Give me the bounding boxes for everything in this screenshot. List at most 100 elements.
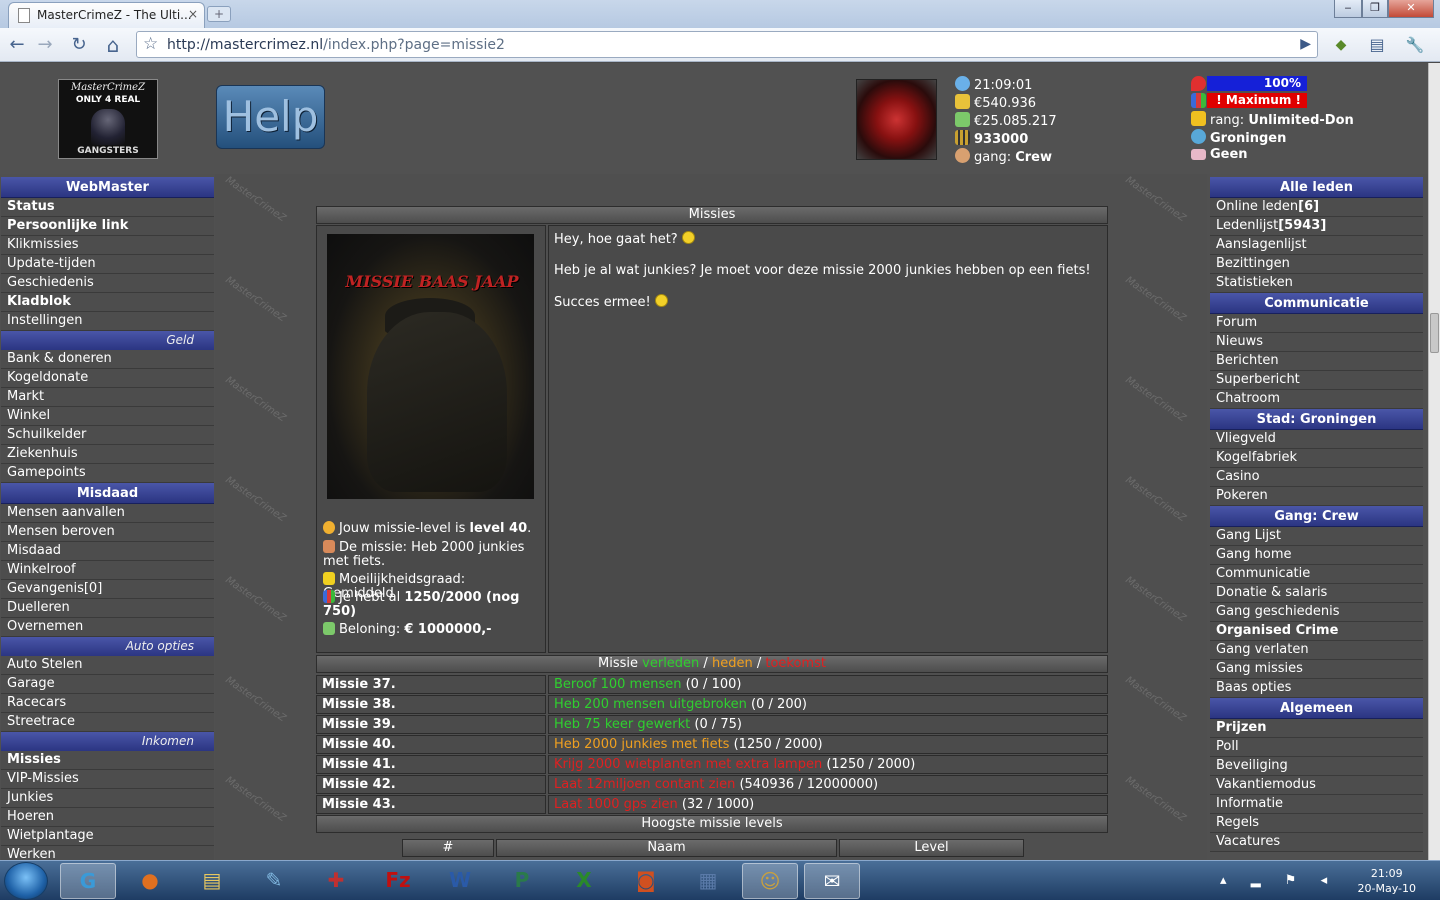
left-menu-item-geschiedenis[interactable]: Geschiedenis (1, 274, 214, 293)
right-menu-item-poll[interactable]: Poll (1210, 738, 1423, 757)
bookmark-star-icon[interactable]: ☆ (143, 34, 158, 54)
taskbar-clock[interactable]: 21:09 20-May-10 (1358, 866, 1416, 896)
left-menu-item-update-tijden[interactable]: Update-tijden (1, 255, 214, 274)
right-menu-item-bezittingen[interactable]: Bezittingen (1210, 255, 1423, 274)
taskbar-app-3-icon[interactable]: ✎ (246, 863, 302, 899)
system-tray[interactable]: ▴ ▂ ⚑ ◂ (1220, 873, 1337, 888)
left-menu-item-markt[interactable]: Markt (1, 388, 214, 407)
right-menu-item-statistieken[interactable]: Statistieken (1210, 274, 1423, 293)
stat-messages[interactable]: Geen (1191, 147, 1248, 165)
right-menu-item-prijzen[interactable]: Prijzen (1210, 719, 1423, 738)
left-menu-item-persoonlijke-link[interactable]: Persoonlijke link (1, 217, 214, 236)
right-menu-item-informatie[interactable]: Informatie (1210, 795, 1423, 814)
left-menu-item-gamepoints[interactable]: Gamepoints (1, 464, 214, 483)
left-menu-item-vip-missies[interactable]: VIP-Missies (1, 770, 214, 789)
left-menu-item-mensen-aanvallen[interactable]: Mensen aanvallen (1, 504, 214, 523)
left-menu-item-hoeren[interactable]: Hoeren (1, 808, 214, 827)
filter-future-link[interactable]: toekomst (765, 656, 826, 671)
left-menu-item-racecars[interactable]: Racecars (1, 694, 214, 713)
maximize-button[interactable]: ❐ (1362, 0, 1388, 18)
taskbar-app-5-icon[interactable]: Fz (370, 863, 426, 899)
left-menu-item-kladblok[interactable]: Kladblok (1, 293, 214, 312)
taskbar-app-0-icon[interactable]: G (60, 863, 116, 899)
taskbar-app-4-icon[interactable]: ✚ (308, 863, 364, 899)
start-button[interactable] (4, 862, 48, 900)
close-window-button[interactable]: ✕ (1388, 0, 1434, 18)
help-button[interactable]: Help (216, 85, 325, 149)
right-menu-item-vakantiemodus[interactable]: Vakantiemodus (1210, 776, 1423, 795)
left-menu-item-wietplantage[interactable]: Wietplantage (1, 827, 214, 846)
filter-past-link[interactable]: verleden (642, 656, 699, 671)
left-menu-item-schuilkelder[interactable]: Schuilkelder (1, 426, 214, 445)
left-menu-item-junkies[interactable]: Junkies (1, 789, 214, 808)
taskbar-app-1-icon[interactable]: ● (122, 863, 178, 899)
extension-icon[interactable]: ◆ (1328, 32, 1354, 58)
right-menu-item-organised-crime[interactable]: Organised Crime (1210, 622, 1423, 641)
taskbar-app-6-icon[interactable]: W (432, 863, 488, 899)
right-menu-item-forum[interactable]: Forum (1210, 314, 1423, 333)
taskbar-app-2-icon[interactable]: ▤ (184, 863, 240, 899)
page-scrollbar[interactable] (1428, 63, 1440, 860)
taskbar-app-8-icon[interactable]: X (556, 863, 612, 899)
left-menu-item-garage[interactable]: Garage (1, 675, 214, 694)
home-button[interactable]: ⌂ (100, 32, 126, 58)
right-menu-item-communicatie[interactable]: Communicatie (1210, 565, 1423, 584)
right-menu-item-aanslagenlijst[interactable]: Aanslagenlijst (1210, 236, 1423, 255)
taskbar-app-12-icon[interactable]: ✉ (804, 863, 860, 899)
right-menu-item-gang-verlaten[interactable]: Gang verlaten (1210, 641, 1423, 660)
right-menu-item-chatroom[interactable]: Chatroom (1210, 390, 1423, 409)
left-menu-item-bank-doneren[interactable]: Bank & doneren (1, 350, 214, 369)
right-menu-item-beveiliging[interactable]: Beveiliging (1210, 757, 1423, 776)
taskbar-app-10-icon[interactable]: ▦ (680, 863, 736, 899)
right-menu-item-gang-lijst[interactable]: Gang Lijst (1210, 527, 1423, 546)
back-button[interactable]: ← (4, 32, 30, 58)
left-menu-item-missies[interactable]: Missies (1, 751, 214, 770)
right-menu-item-berichten[interactable]: Berichten (1210, 352, 1423, 371)
left-menu-item-ziekenhuis[interactable]: Ziekenhuis (1, 445, 214, 464)
right-menu-item-pokeren[interactable]: Pokeren (1210, 487, 1423, 506)
left-menu-item-status[interactable]: Status (1, 198, 214, 217)
address-bar[interactable]: ☆ http://mastercrimez.nl/index.php?page=… (136, 31, 1318, 58)
right-menu-item-baas-opties[interactable]: Baas opties (1210, 679, 1423, 698)
right-menu-item-online-leden[interactable]: Online leden[6] (1210, 198, 1423, 217)
right-menu-item-nieuws[interactable]: Nieuws (1210, 333, 1423, 352)
tab-close-icon[interactable]: × (188, 7, 198, 21)
right-menu-item-vliegveld[interactable]: Vliegveld (1210, 430, 1423, 449)
site-logo[interactable]: MasterCrimeZ ONLY 4 REAL GANGSTERS (58, 79, 158, 159)
right-menu-item-superbericht[interactable]: Superbericht (1210, 371, 1423, 390)
right-menu-item-vacatures[interactable]: Vacatures (1210, 833, 1423, 852)
minimize-button[interactable]: ‒ (1334, 0, 1362, 18)
page-menu-icon[interactable]: ▤ (1364, 32, 1390, 58)
browser-tab[interactable]: MasterCrimeZ - The Ulti... × (8, 2, 205, 28)
left-menu-item-duelleren[interactable]: Duelleren (1, 599, 214, 618)
right-menu-item-casino[interactable]: Casino (1210, 468, 1423, 487)
new-tab-button[interactable]: + (207, 6, 231, 22)
right-menu-item-ledenlijst[interactable]: Ledenlijst[5943] (1210, 217, 1423, 236)
left-menu-item-instellingen[interactable]: Instellingen (1, 312, 214, 331)
taskbar-app-11-icon[interactable]: ☺ (742, 863, 798, 899)
tools-menu-icon[interactable]: 🔧 (1402, 32, 1428, 58)
left-menu-item-mensen-beroven[interactable]: Mensen beroven (1, 523, 214, 542)
left-menu-item-misdaad[interactable]: Misdaad (1, 542, 214, 561)
right-menu-item-donatie-salaris[interactable]: Donatie & salaris (1210, 584, 1423, 603)
left-menu-item-overnemen[interactable]: Overnemen (1, 618, 214, 637)
left-menu-item-winkelroof[interactable]: Winkelroof (1, 561, 214, 580)
forward-button[interactable]: → (32, 32, 58, 58)
scrollbar-thumb[interactable] (1430, 313, 1439, 353)
right-menu-item-gang-geschiedenis[interactable]: Gang geschiedenis (1210, 603, 1423, 622)
left-menu-item-kogeldonate[interactable]: Kogeldonate (1, 369, 214, 388)
left-menu-item-auto-stelen[interactable]: Auto Stelen (1, 656, 214, 675)
right-menu-item-kogelfabriek[interactable]: Kogelfabriek (1210, 449, 1423, 468)
left-menu-item-winkel[interactable]: Winkel (1, 407, 214, 426)
go-icon[interactable]: ▶ (1300, 36, 1311, 52)
taskbar-app-7-icon[interactable]: P (494, 863, 550, 899)
left-menu-item-gevangenis-0[interactable]: Gevangenis[0] (1, 580, 214, 599)
left-menu-item-klikmissies[interactable]: Klikmissies (1, 236, 214, 255)
filter-present-link[interactable]: heden (712, 656, 753, 671)
right-menu-item-regels[interactable]: Regels (1210, 814, 1423, 833)
taskbar-app-9-icon[interactable]: ◙ (618, 863, 674, 899)
right-menu-item-gang-missies[interactable]: Gang missies (1210, 660, 1423, 679)
right-menu-item-gang-home[interactable]: Gang home (1210, 546, 1423, 565)
left-menu-item-streetrace[interactable]: Streetrace (1, 713, 214, 732)
user-avatar[interactable] (856, 79, 937, 160)
